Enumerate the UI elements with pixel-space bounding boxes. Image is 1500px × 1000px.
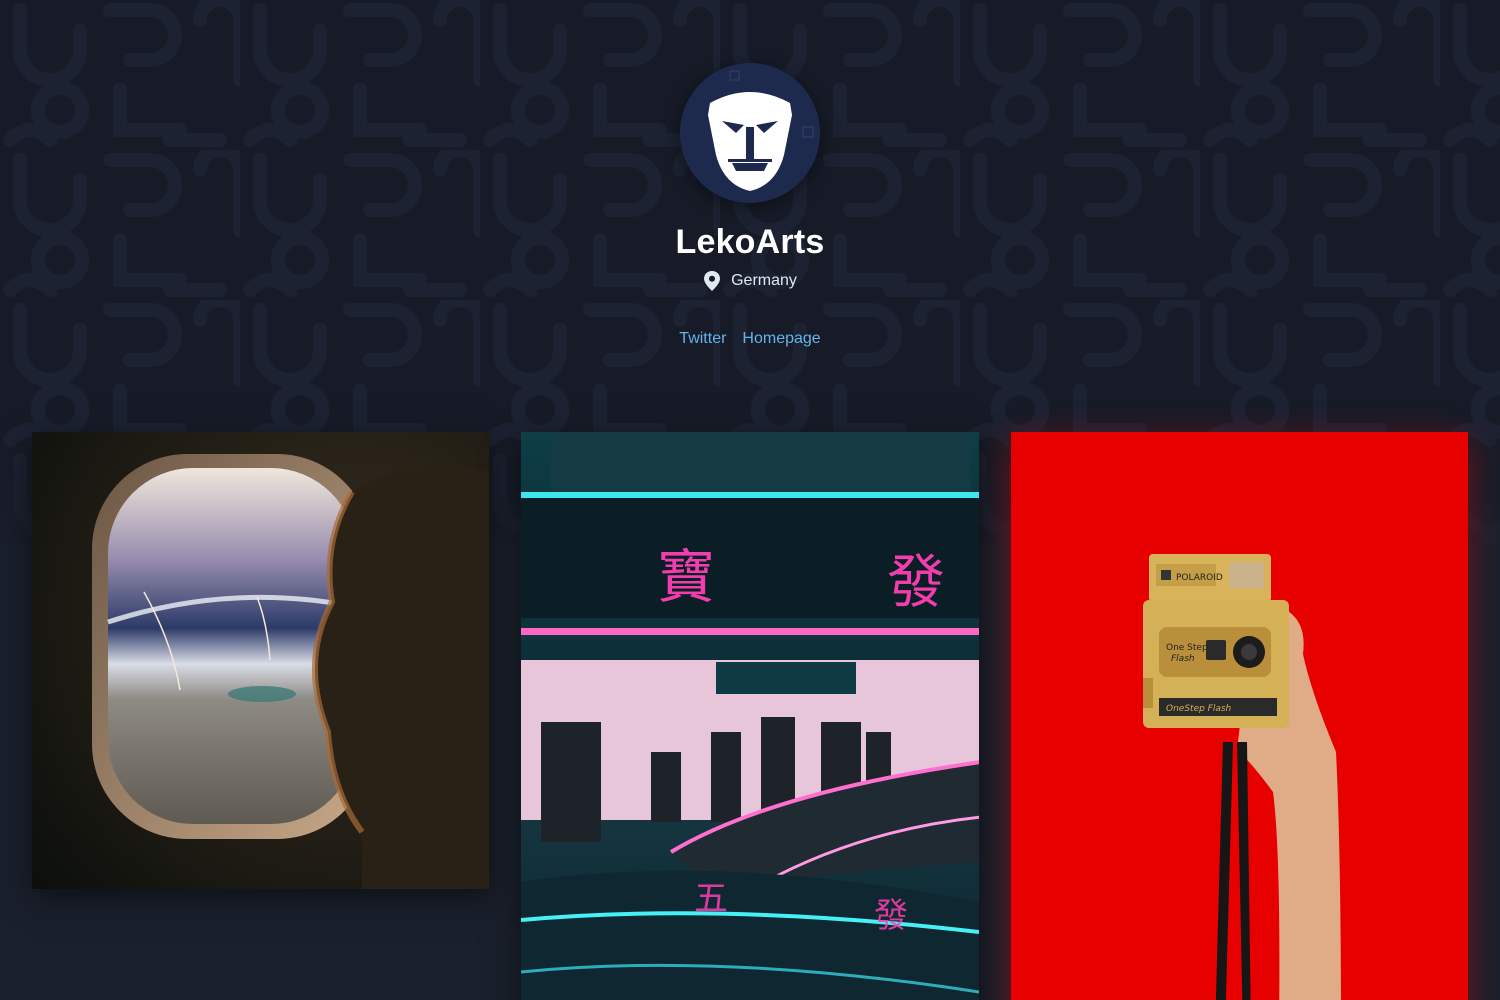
lion-icon bbox=[680, 63, 820, 203]
profile-page: LekoArts Germany Twitter Homepage 寶 發 五 … bbox=[0, 0, 1500, 1000]
profile-links: Twitter Homepage bbox=[0, 328, 1500, 350]
gallery-item-polaroid-camera[interactable]: POLAROID One Step Flash OneStep Flash bbox=[1011, 432, 1468, 1000]
svg-text:Flash: Flash bbox=[1171, 654, 1195, 664]
avatar[interactable] bbox=[680, 63, 820, 203]
homepage-link[interactable]: Homepage bbox=[742, 328, 820, 350]
svg-text:寶: 寶 bbox=[657, 543, 715, 611]
location-label: Germany bbox=[731, 272, 797, 289]
svg-text:One Step: One Step bbox=[1166, 643, 1208, 653]
map-pin-icon bbox=[704, 271, 721, 291]
profile-name: LekoArts bbox=[675, 223, 825, 261]
svg-text:OneStep Flash: OneStep Flash bbox=[1166, 704, 1232, 714]
svg-text:五: 五 bbox=[694, 879, 728, 919]
gallery-item-neon-street[interactable]: 寶 發 五 發 bbox=[521, 432, 979, 1000]
svg-text:發: 發 bbox=[874, 896, 908, 936]
svg-text:POLAROID: POLAROID bbox=[1176, 573, 1223, 583]
neon-street-photo: 寶 發 五 發 bbox=[521, 432, 979, 1000]
svg-text:發: 發 bbox=[887, 548, 945, 616]
twitter-link[interactable]: Twitter bbox=[679, 328, 726, 350]
airplane-window-photo bbox=[32, 432, 489, 889]
polaroid-camera-photo: POLAROID One Step Flash OneStep Flash bbox=[1011, 432, 1468, 1000]
gallery-item-airplane-window[interactable] bbox=[32, 432, 489, 889]
profile-location: Germany bbox=[0, 270, 1500, 292]
